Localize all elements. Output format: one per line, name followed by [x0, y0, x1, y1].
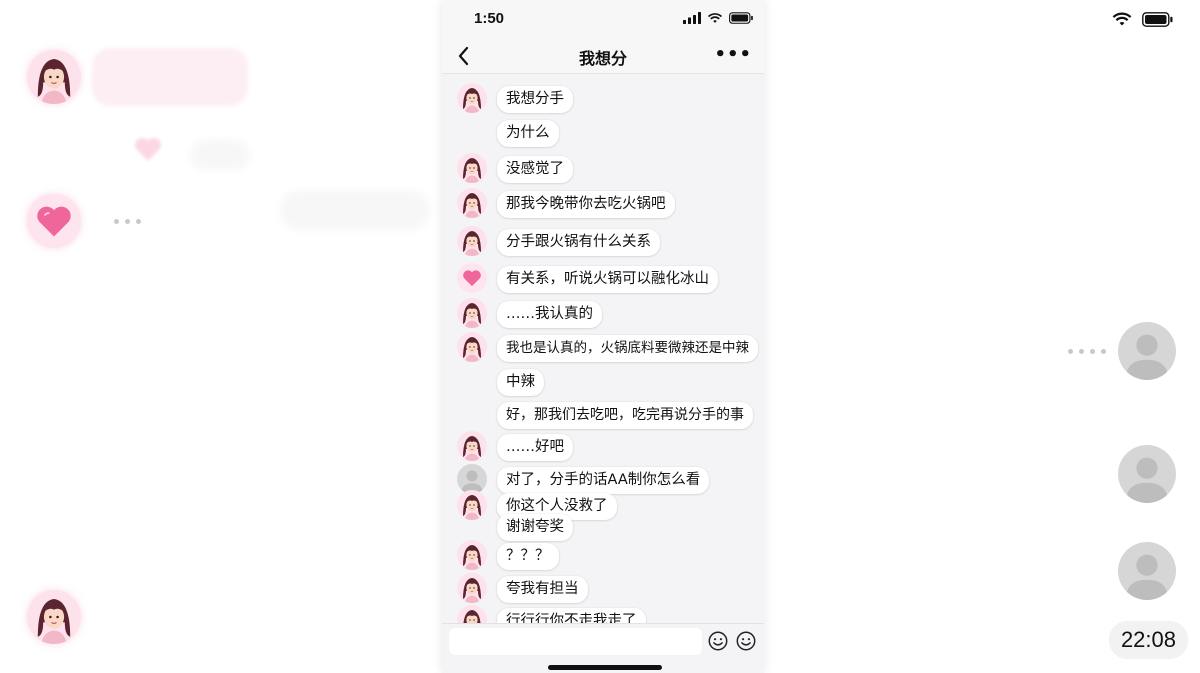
message-bubble[interactable]: 我也是认真的，火锅底料要微辣还是中辣: [497, 335, 758, 362]
bg-blurred-bubble: [92, 48, 248, 106]
user-silhouette-icon: [1125, 334, 1169, 380]
girl-avatar[interactable]: [457, 153, 487, 183]
heart-icon: [37, 206, 71, 237]
status-time: 1:50: [474, 10, 505, 27]
heart-icon: [463, 270, 481, 287]
girl-avatar[interactable]: [457, 226, 487, 256]
girl-avatar[interactable]: [457, 188, 487, 218]
bg-typing-dots: [114, 219, 141, 224]
message-input[interactable]: [449, 628, 702, 655]
bg-gray-avatar: [1118, 322, 1176, 380]
bg-time-badge: 22:08: [1108, 621, 1188, 659]
girl-avatar[interactable]: [457, 83, 487, 113]
bg-girl-avatar: [27, 50, 81, 104]
message-bubble[interactable]: 夸我有担当: [497, 576, 588, 603]
nav-bar: 我想分 •••: [442, 38, 764, 74]
message-bubble[interactable]: ？？？: [497, 543, 559, 570]
girl-avatar[interactable]: [457, 490, 487, 520]
girl-avatar[interactable]: [457, 332, 487, 362]
message-bubble[interactable]: ……好吧: [497, 434, 573, 461]
battery-icon: [1142, 11, 1173, 27]
message-bubble[interactable]: 中辣: [497, 369, 544, 396]
chat-message-list[interactable]: 我想分手 为什么 没感觉了 那我今晚带你去吃火锅吧 分手跟火锅有什么关系 有关系…: [442, 75, 764, 623]
heart-avatar[interactable]: [457, 263, 487, 293]
girl-avatar[interactable]: [457, 540, 487, 570]
girl-avatar[interactable]: [457, 431, 487, 461]
message-bubble[interactable]: 我想分手: [497, 86, 573, 113]
girl-avatar[interactable]: [457, 605, 487, 623]
message-bubble[interactable]: ……我认真的: [497, 301, 602, 328]
message-bubble[interactable]: 好，那我们去吃吧，吃完再说分手的事: [497, 402, 753, 429]
message-bubble[interactable]: 分手跟火锅有什么关系: [497, 229, 660, 256]
bg-status-icons: [1112, 11, 1174, 27]
message-bubble[interactable]: 行行行你不走我走了: [497, 608, 646, 623]
bg-gray-avatar: [1118, 445, 1176, 503]
status-icons: [683, 12, 754, 24]
bg-girl-avatar: [27, 590, 81, 644]
input-bar: [442, 623, 764, 673]
wifi-icon: [1112, 12, 1132, 26]
emoji-icon[interactable]: [735, 630, 757, 652]
girl-face-icon: [27, 50, 81, 104]
phone-screen: 1:50 我想分 ••• 我想分手 为什么 没感觉了 那我今晚带你去吃火锅吧 分…: [442, 0, 764, 673]
faint-heart-icon: [135, 138, 161, 161]
girl-face-icon: [27, 590, 81, 644]
bg-typing-dots: [1068, 349, 1106, 354]
signal-icon: [683, 12, 701, 24]
message-bubble[interactable]: 对了，分手的话AA制你怎么看: [497, 467, 710, 494]
message-bubble[interactable]: 有关系，听说火锅可以融化冰山: [497, 266, 718, 293]
message-bubble[interactable]: 为什么: [497, 120, 559, 147]
bg-faint-blob: [280, 190, 430, 230]
girl-avatar[interactable]: [457, 573, 487, 603]
bg-faint-blob: [190, 140, 250, 170]
home-indicator[interactable]: [548, 665, 662, 670]
message-bubble[interactable]: 没感觉了: [497, 156, 573, 183]
emoji-icon[interactable]: [707, 630, 729, 652]
bg-gray-avatar: [1118, 542, 1176, 600]
more-options-icon[interactable]: •••: [714, 46, 752, 64]
user-silhouette-icon: [1125, 457, 1169, 503]
message-bubble[interactable]: 那我今晚带你去吃火锅吧: [497, 191, 675, 218]
wifi-icon: [707, 13, 723, 23]
user-silhouette-icon: [1125, 554, 1169, 600]
battery-icon: [729, 12, 753, 24]
bg-heart-avatar: [27, 194, 81, 248]
message-bubble[interactable]: 谢谢夸奖: [497, 514, 573, 541]
status-bar: 1:50: [442, 0, 764, 38]
girl-avatar[interactable]: [457, 298, 487, 328]
